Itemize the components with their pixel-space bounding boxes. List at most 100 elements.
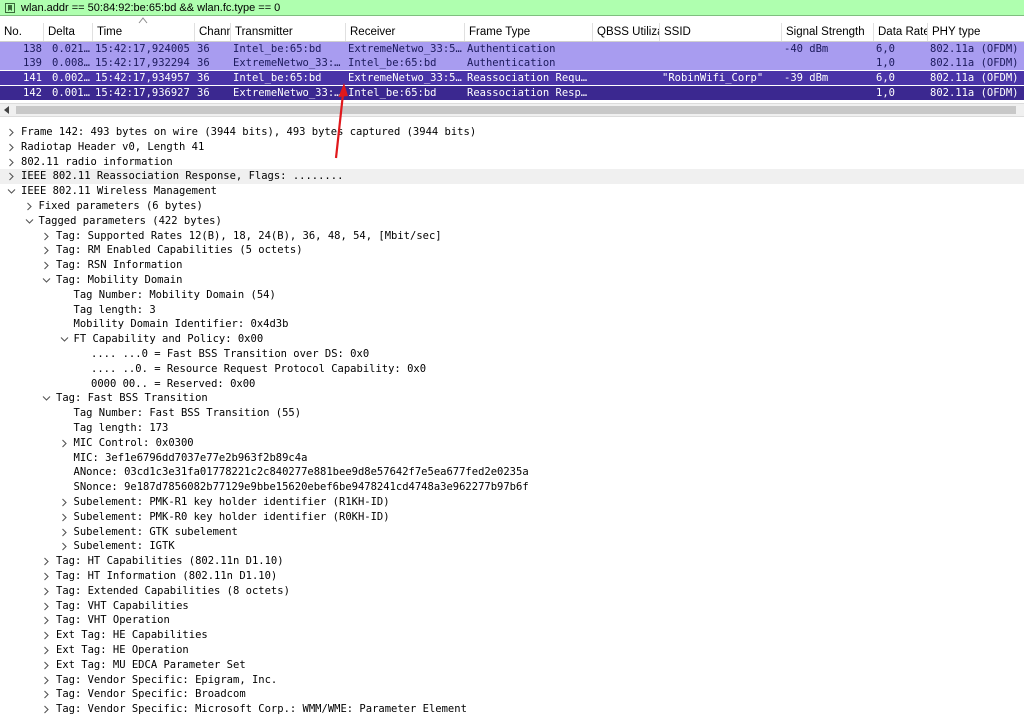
chevron-right-icon[interactable] [42,557,51,566]
column-header-receiver[interactable]: Receiver [345,23,464,41]
chevron-right-icon[interactable] [25,202,34,211]
chevron-right-icon[interactable] [42,690,51,699]
chevron-right-icon[interactable] [60,498,69,507]
tree-item[interactable]: Tag: Extended Capabilities (8 octets) [0,584,1024,599]
tree-item[interactable]: Tag: HT Information (802.11n D1.10) [0,569,1024,584]
tree-item[interactable]: 0000 00.. = Reserved: 0x00 [0,377,1024,392]
tree-item[interactable]: Tag: RSN Information [0,258,1024,273]
column-header-signal-strength[interactable]: Signal Strength [781,23,873,41]
scrollbar-thumb[interactable] [16,106,1016,114]
tree-item[interactable]: IEEE 802.11 Wireless Management [0,184,1024,199]
chevron-down-icon[interactable] [25,217,34,226]
tree-item[interactable]: Tag Number: Mobility Domain (54) [0,288,1024,303]
tree-item[interactable]: Tag: HT Capabilities (802.11n D1.10) [0,554,1024,569]
tree-item[interactable]: SNonce: 9e187d7856082b77129e9bbe15620ebe… [0,480,1024,495]
column-header-time[interactable]: Time [92,23,194,41]
column-header-frame-type[interactable]: Frame Type [464,23,592,41]
chevron-right-icon[interactable] [7,128,16,137]
tree-item[interactable]: Fixed parameters (6 bytes) [0,199,1024,214]
chevron-right-icon[interactable] [42,232,51,241]
packet-list-horizontal-scrollbar[interactable] [0,103,1024,117]
packet-receiver: Intel_be:65:bd [348,87,437,99]
tree-item[interactable]: Tag Number: Fast BSS Transition (55) [0,406,1024,421]
chevron-right-icon[interactable] [42,705,51,714]
tree-item[interactable]: Ext Tag: HE Capabilities [0,628,1024,643]
packet-list-header: No. Delta Time Channel Transmitter Recei… [0,23,1024,42]
tree-item[interactable]: IEEE 802.11 Reassociation Response, Flag… [0,169,1024,185]
column-header-transmitter[interactable]: Transmitter [230,23,345,41]
tree-item[interactable]: ANonce: 03cd1c3e31fa01778221c2c840277e88… [0,465,1024,480]
packet-frame-type: Reassociation Requ… [467,72,588,84]
display-filter-bar[interactable]: wlan.addr == 50:84:92:be:65:bd && wlan.f… [0,0,1024,16]
tree-item[interactable]: Tag length: 173 [0,421,1024,436]
chevron-down-icon[interactable] [7,187,16,196]
tree-item[interactable]: .... ..0. = Resource Request Protocol Ca… [0,362,1024,377]
chevron-right-icon[interactable] [60,528,69,537]
scroll-left-arrow-icon[interactable] [0,104,14,116]
packet-row[interactable]: 138 0.021… 15:42:17,924005 36 Intel_be:6… [0,42,1024,56]
column-header-qbss[interactable]: QBSS Utiliza [592,23,659,41]
packet-row[interactable]: 141 0.002… 15:42:17,934957 36 Intel_be:6… [0,71,1024,85]
tree-item[interactable]: Tag: Vendor Specific: Epigram, Inc. [0,673,1024,688]
chevron-right-icon[interactable] [42,602,51,611]
chevron-right-icon[interactable] [7,143,16,152]
chevron-right-icon[interactable] [7,158,16,167]
tree-item[interactable]: Tag: VHT Capabilities [0,599,1024,614]
packet-signal: -40 dBm [784,43,829,55]
column-header-phy-type[interactable]: PHY type [927,23,1024,41]
tree-item[interactable]: Tag: Vendor Specific: Broadcom [0,687,1024,702]
chevron-right-icon[interactable] [42,676,51,685]
tree-item[interactable]: Mobility Domain Identifier: 0x4d3b [0,317,1024,332]
tree-item[interactable]: Tag: Supported Rates 12(B), 18, 24(B), 3… [0,229,1024,244]
column-header-no[interactable]: No. [0,23,43,41]
packet-qbss [595,42,659,56]
tree-item[interactable]: Tag: Vendor Specific: Microsoft Corp.: W… [0,702,1024,717]
tree-item-label: IEEE 802.11 Reassociation Response, Flag… [21,170,344,183]
tree-item[interactable]: Subelement: IGTK [0,539,1024,554]
tree-item[interactable]: Tag: Mobility Domain [0,273,1024,288]
chevron-right-icon[interactable] [60,513,69,522]
tree-item[interactable]: Radiotap Header v0, Length 41 [0,140,1024,155]
tree-item-label: Tag: Supported Rates 12(B), 18, 24(B), 3… [56,229,442,242]
chevron-right-icon[interactable] [42,616,51,625]
column-header-delta[interactable]: Delta [43,23,92,41]
chevron-right-icon[interactable] [7,172,16,181]
tree-item[interactable]: Tag: RM Enabled Capabilities (5 octets) [0,243,1024,258]
column-header-data-rate[interactable]: Data Rate [873,23,927,41]
tree-item[interactable]: Subelement: PMK-R1 key holder identifier… [0,495,1024,510]
tree-item[interactable]: FT Capability and Policy: 0x00 [0,332,1024,347]
tree-item[interactable]: Tag: VHT Operation [0,613,1024,628]
chevron-down-icon[interactable] [60,335,69,344]
bookmark-icon[interactable] [3,1,17,15]
tree-item[interactable]: Subelement: GTK subelement [0,525,1024,540]
tree-item[interactable]: MIC Control: 0x0300 [0,436,1024,451]
display-filter-input[interactable]: wlan.addr == 50:84:92:be:65:bd && wlan.f… [21,2,280,14]
tree-item[interactable]: MIC: 3ef1e6796dd7037e77e2b963f2b89c4a [0,451,1024,466]
chevron-right-icon[interactable] [60,542,69,551]
packet-row-selected[interactable]: 142 0.001… 15:42:17,936927 36 ExtremeNet… [0,86,1024,100]
chevron-down-icon[interactable] [42,276,51,285]
chevron-right-icon[interactable] [42,646,51,655]
packet-no: 138 [23,43,42,55]
chevron-right-icon[interactable] [42,261,51,270]
column-header-ssid[interactable]: SSID [659,23,781,41]
chevron-right-icon[interactable] [42,246,51,255]
tree-item[interactable]: Tag length: 3 [0,303,1024,318]
column-header-channel[interactable]: Channel [194,23,230,41]
packet-row[interactable]: 139 0.008… 15:42:17,932294 36 ExtremeNet… [0,56,1024,70]
chevron-right-icon[interactable] [42,661,51,670]
chevron-right-icon[interactable] [42,572,51,581]
tree-item[interactable]: Ext Tag: HE Operation [0,643,1024,658]
tree-item[interactable]: 802.11 radio information [0,155,1024,170]
packet-transmitter: ExtremeNetwo_33:… [233,87,341,99]
tree-item[interactable]: Ext Tag: MU EDCA Parameter Set [0,658,1024,673]
tree-item[interactable]: Frame 142: 493 bytes on wire (3944 bits)… [0,125,1024,140]
chevron-right-icon[interactable] [60,439,69,448]
chevron-right-icon[interactable] [42,631,51,640]
tree-item[interactable]: .... ...0 = Fast BSS Transition over DS:… [0,347,1024,362]
chevron-down-icon[interactable] [42,394,51,403]
tree-item[interactable]: Tagged parameters (422 bytes) [0,214,1024,229]
chevron-right-icon[interactable] [42,587,51,596]
tree-item[interactable]: Tag: Fast BSS Transition [0,391,1024,406]
tree-item[interactable]: Subelement: PMK-R0 key holder identifier… [0,510,1024,525]
